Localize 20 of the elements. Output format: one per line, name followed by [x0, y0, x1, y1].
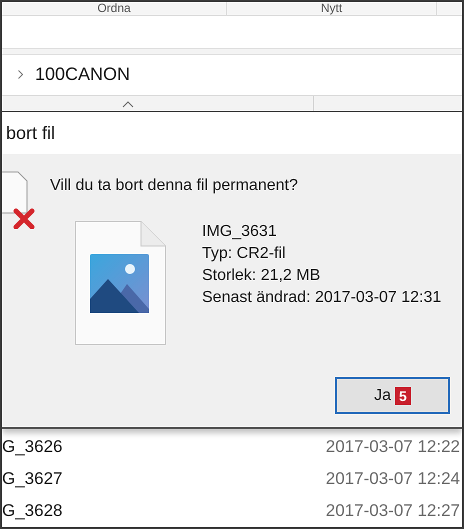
breadcrumb[interactable]: 100CANON — [35, 61, 130, 88]
ribbon-tab[interactable]: Ordna — [97, 2, 131, 15]
chevron-icon — [18, 70, 23, 80]
file-name-cell[interactable]: G_3628 — [2, 498, 62, 524]
file-detail: Senast ändrad: 2017-03-07 12:31 — [202, 288, 442, 308]
file-detail: Typ: CR2-fil — [202, 244, 287, 264]
date-cell-text: 2017-03-07 12:27 — [326, 500, 460, 522]
file-name: IMG_3631 — [202, 222, 278, 242]
sort-ascending-icon — [122, 101, 134, 108]
file-name-cell[interactable]: G_3627 — [2, 466, 62, 492]
file-name-cell[interactable]: G_3626 — [2, 434, 62, 460]
question-text: Vill du ta bort denna fil permanent? — [50, 176, 298, 196]
date-cell-text: 2017-03-07 12:24 — [326, 468, 460, 490]
yes-button[interactable]: Ja 5 — [335, 377, 450, 414]
step-badge: 5 — [395, 386, 411, 404]
ribbon-tab[interactable]: Nytt — [320, 2, 342, 15]
dialog-title: bort fil — [6, 122, 56, 144]
image-file-icon — [75, 221, 166, 345]
file-detail: Storlek: 21,2 MB — [202, 266, 322, 286]
date-cell-text: 2017-03-07 12:22 — [326, 436, 460, 458]
